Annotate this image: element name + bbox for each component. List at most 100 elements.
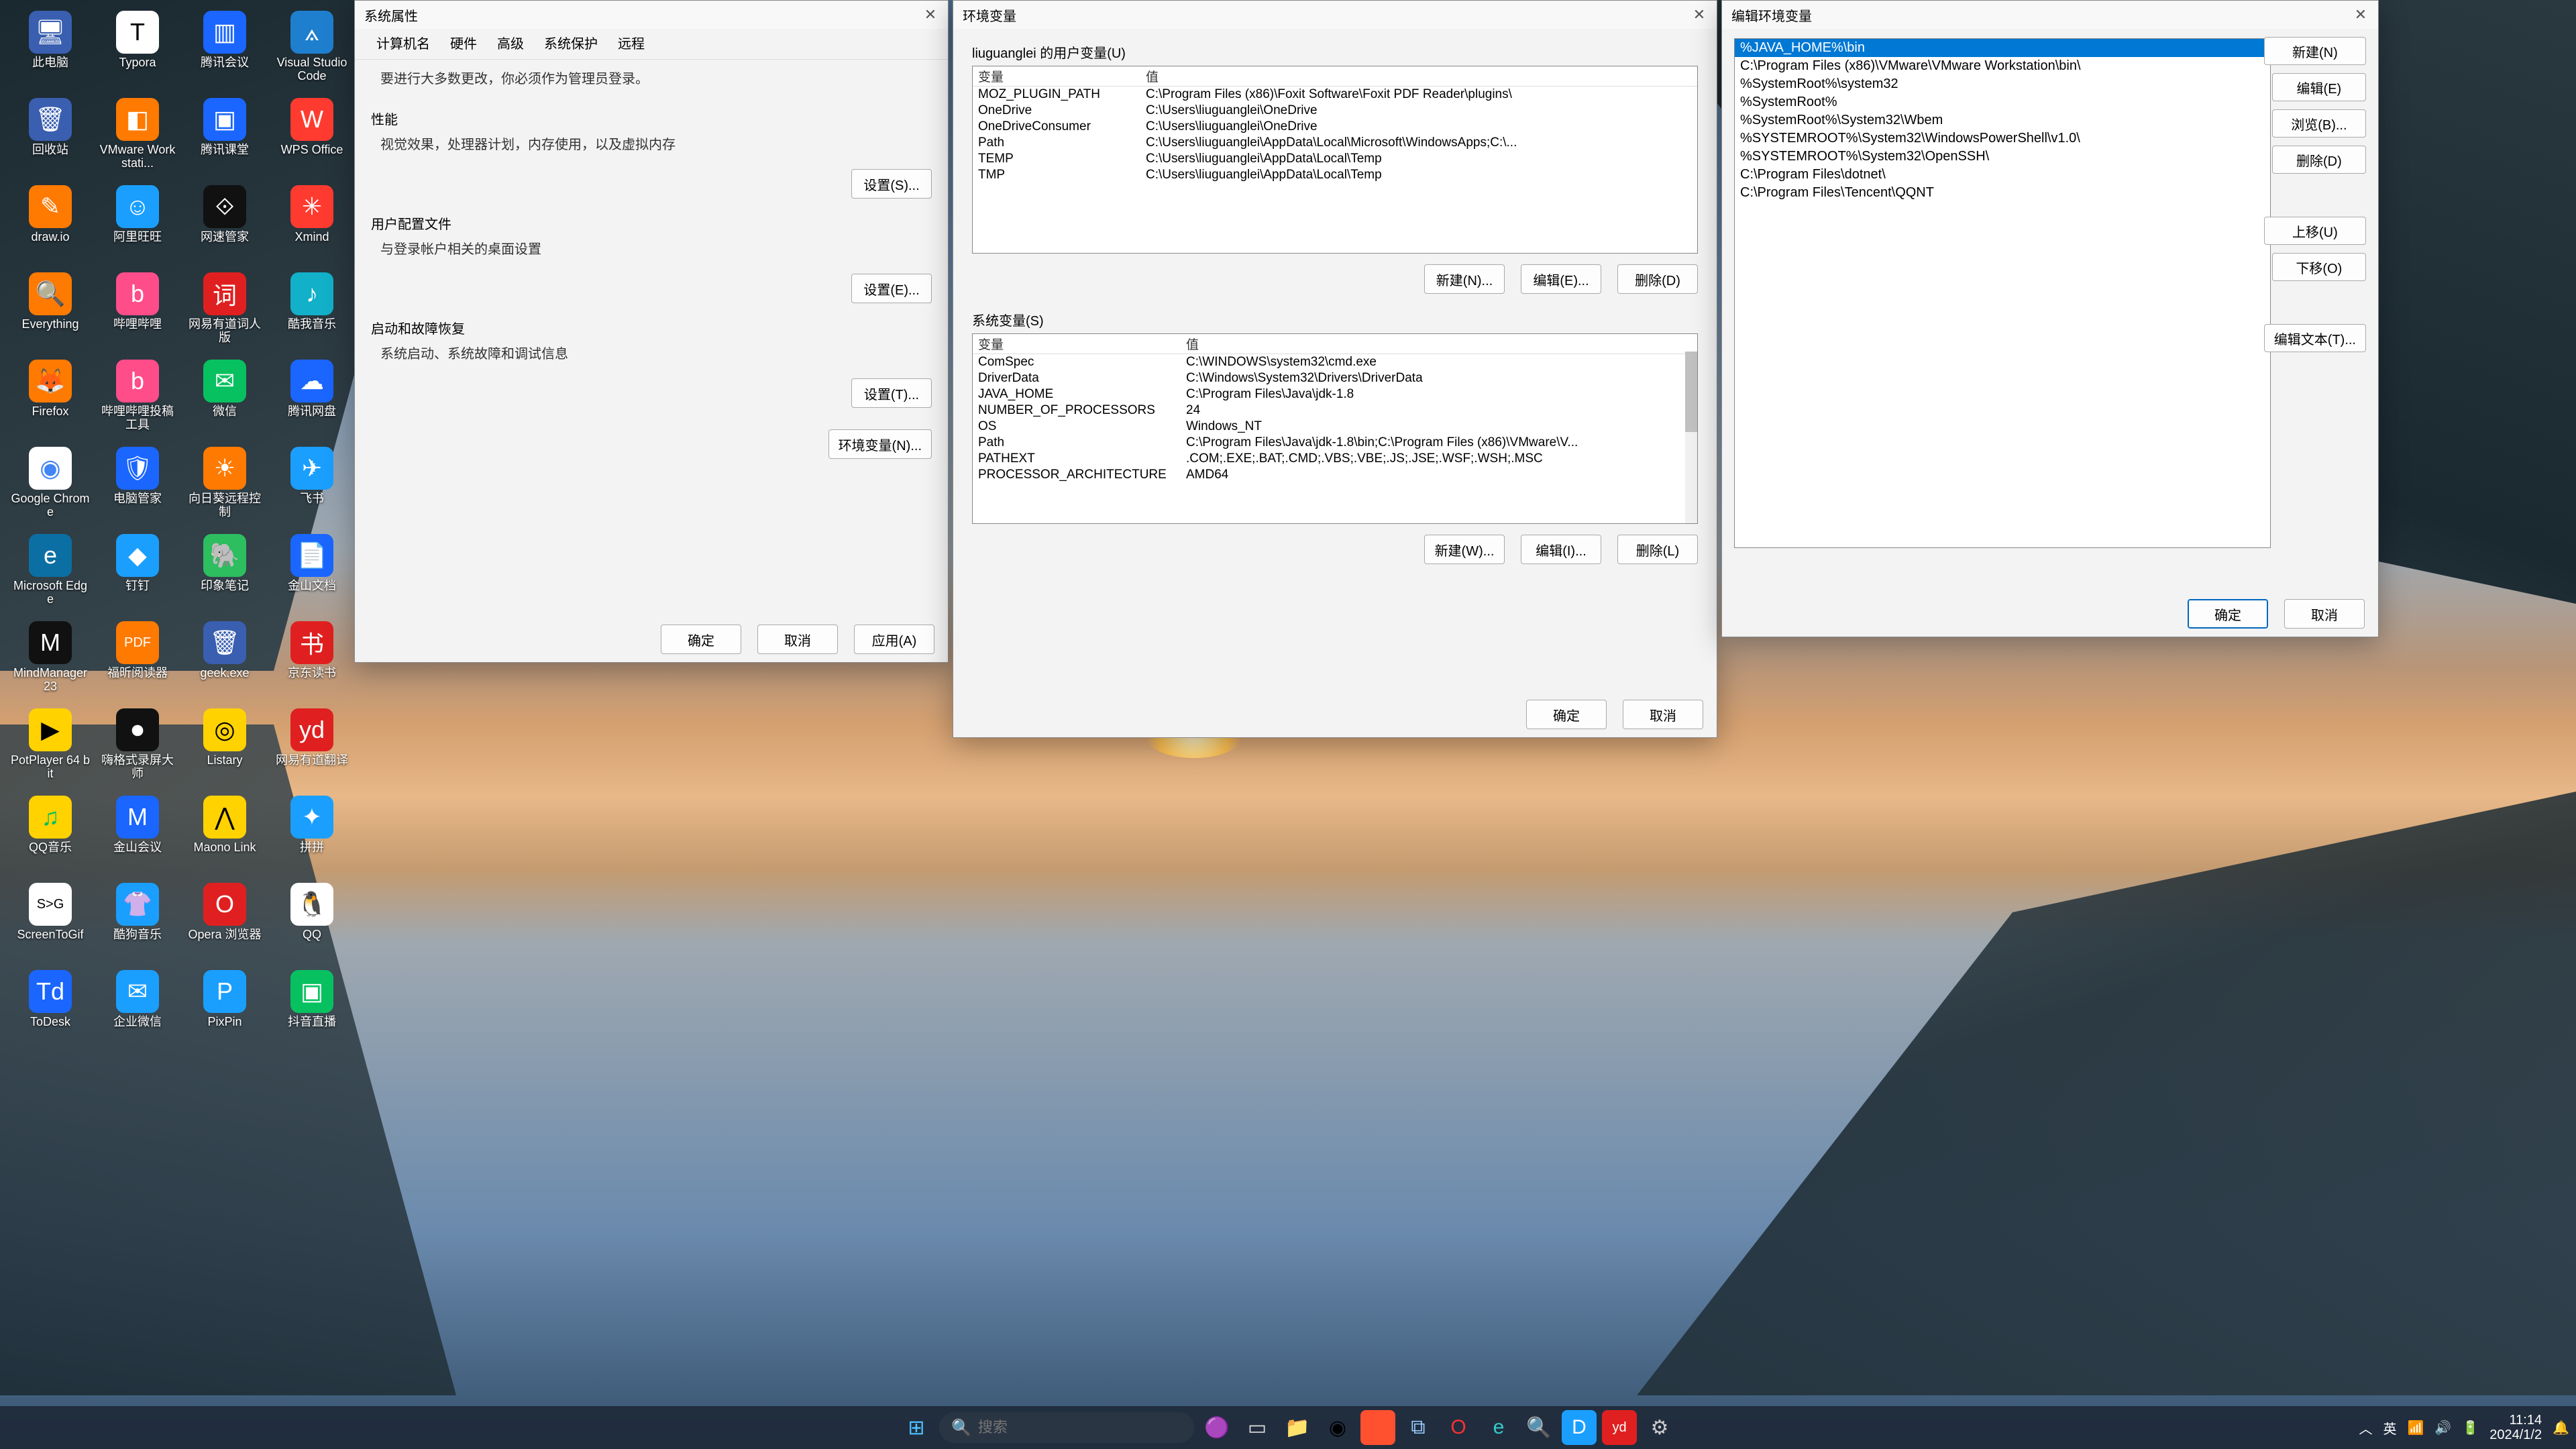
notifications-icon[interactable]: 🔔 [2553, 1419, 2569, 1436]
close-icon[interactable]: ✕ [918, 5, 943, 24]
desktop-icon[interactable]: 🐧QQ [268, 879, 356, 966]
edit-user-var-button[interactable]: 编辑(E)... [1521, 264, 1601, 294]
close-icon[interactable]: ✕ [2349, 5, 2373, 24]
desktop-icon[interactable]: ✎draw.io [7, 181, 94, 268]
edit-sys-var-button[interactable]: 编辑(I)... [1521, 535, 1601, 564]
desktop-icon[interactable]: ⟑Visual Studio Code [268, 7, 356, 94]
cancel-button[interactable]: 取消 [1623, 700, 1703, 729]
table-row[interactable]: PathC:\Program Files\Java\jdk-1.8\bin;C:… [973, 435, 1697, 451]
tab-3[interactable]: 系统保护 [541, 32, 600, 54]
table-row[interactable]: PathC:\Users\liuguanglei\AppData\Local\M… [973, 135, 1697, 151]
list-item[interactable]: %SystemRoot%\system32 [1735, 75, 2270, 93]
list-item[interactable]: C:\Program Files\dotnet\ [1735, 166, 2270, 184]
edit-button[interactable]: 编辑(E) [2272, 73, 2366, 101]
cancel-button[interactable]: 取消 [757, 625, 838, 654]
desktop-icon[interactable]: ✈飞书 [268, 443, 356, 530]
desktop-icon[interactable]: 🐘印象笔记 [181, 530, 268, 617]
desktop-icon[interactable]: M金山会议 [94, 792, 181, 879]
desktop-icon[interactable]: ♫QQ音乐 [7, 792, 94, 879]
ok-button[interactable]: 确定 [2188, 599, 2268, 629]
desktop-icon[interactable]: ▶PotPlayer 64 bit [7, 704, 94, 792]
desktop-icon[interactable]: b哔哩哔哩 [94, 268, 181, 356]
delete-button[interactable]: 删除(D) [2272, 146, 2366, 174]
browse-button[interactable]: 浏览(B)... [2272, 109, 2366, 138]
desktop-icon[interactable]: ☁腾讯网盘 [268, 356, 356, 443]
opera-taskbar-icon[interactable]: O [1441, 1410, 1476, 1445]
desktop-icon[interactable]: 🖥此电脑 [7, 7, 94, 94]
desktop-icon[interactable]: 🗑geek.exe [181, 617, 268, 704]
move-down-button[interactable]: 下移(O) [2272, 253, 2366, 281]
system-vars-list[interactable]: 变量值 ComSpecC:\WINDOWS\system32\cmd.exeDr… [972, 333, 1698, 524]
list-item[interactable]: %SystemRoot% [1735, 93, 2270, 111]
desktop-icon[interactable]: ◎Listary [181, 704, 268, 792]
battery-icon[interactable]: 🔋 [2462, 1419, 2479, 1436]
path-list[interactable]: %JAVA_HOME%\binC:\Program Files (x86)\VM… [1734, 38, 2271, 548]
ime-indicator[interactable]: 英 [2383, 1418, 2397, 1438]
scrollbar-thumb[interactable] [1685, 352, 1697, 432]
desktop-icon[interactable]: ▣腾讯课堂 [181, 94, 268, 181]
startup-recovery-settings-button[interactable]: 设置(T)... [851, 378, 932, 408]
table-row[interactable]: OneDriveConsumerC:\Users\liuguanglei\One… [973, 119, 1697, 135]
task-view-icon[interactable]: ▭ [1240, 1410, 1275, 1445]
user-vars-list[interactable]: 变量值 MOZ_PLUGIN_PATHC:\Program Files (x86… [972, 66, 1698, 254]
file-explorer-icon[interactable]: 📁 [1280, 1410, 1315, 1445]
taskbar-clock[interactable]: 11:14 2024/1/2 [2489, 1413, 2542, 1442]
table-row[interactable]: ComSpecC:\WINDOWS\system32\cmd.exe [973, 354, 1697, 370]
search-input[interactable] [978, 1419, 1182, 1436]
desktop-icon[interactable]: ♪酷我音乐 [268, 268, 356, 356]
desktop-icon[interactable]: 词网易有道词人版 [181, 268, 268, 356]
desktop-icon[interactable]: 👚酷狗音乐 [94, 879, 181, 966]
desktop-icon[interactable]: OOpera 浏览器 [181, 879, 268, 966]
desktop-icon[interactable]: TdToDesk [7, 966, 94, 1053]
desktop-icon[interactable]: ⏺嗨格式录屏大师 [94, 704, 181, 792]
desktop-icon[interactable]: ⋀Maono Link [181, 792, 268, 879]
move-up-button[interactable]: 上移(U) [2264, 217, 2366, 245]
edit-text-button[interactable]: 编辑文本(T)... [2264, 324, 2366, 352]
table-row[interactable]: NUMBER_OF_PROCESSORS24 [973, 402, 1697, 419]
table-row[interactable]: OSWindows_NT [973, 419, 1697, 435]
app-taskbar-icon[interactable]: D [1562, 1410, 1597, 1445]
list-item[interactable]: %SystemRoot%\System32\Wbem [1735, 111, 2270, 129]
desktop-icon[interactable]: PDF福昕阅读器 [94, 617, 181, 704]
desktop-icon[interactable]: 🛡电脑管家 [94, 443, 181, 530]
desktop-icon[interactable]: 书京东读书 [268, 617, 356, 704]
wifi-icon[interactable]: 📶 [2408, 1419, 2424, 1436]
desktop-icon[interactable]: ▥腾讯会议 [181, 7, 268, 94]
performance-settings-button[interactable]: 设置(S)... [851, 169, 932, 199]
apply-button[interactable]: 应用(A) [854, 625, 934, 654]
desktop-icon[interactable]: ◆钉钉 [94, 530, 181, 617]
desktop-icon[interactable]: MMindManager 23 [7, 617, 94, 704]
desktop-icon[interactable]: 🗑回收站 [7, 94, 94, 181]
environment-variables-button[interactable]: 环境变量(N)... [828, 429, 932, 459]
copilot-icon[interactable]: 🟣 [1199, 1410, 1234, 1445]
desktop-icon[interactable]: S>GScreenToGif [7, 879, 94, 966]
edge-taskbar-icon[interactable]: e [1481, 1410, 1516, 1445]
table-row[interactable]: TMPC:\Users\liuguanglei\AppData\Local\Te… [973, 167, 1697, 183]
desktop-icon[interactable]: yd网易有道翻译 [268, 704, 356, 792]
desktop-icon[interactable]: ◧VMware Workstati... [94, 94, 181, 181]
table-row[interactable]: MOZ_PLUGIN_PATHC:\Program Files (x86)\Fo… [973, 87, 1697, 103]
settings-taskbar-icon[interactable]: ⚙ [1642, 1410, 1677, 1445]
new-sys-var-button[interactable]: 新建(W)... [1424, 535, 1505, 564]
desktop-icon[interactable]: PPixPin [181, 966, 268, 1053]
desktop-icon[interactable]: ✉企业微信 [94, 966, 181, 1053]
tab-1[interactable]: 硬件 [447, 32, 480, 54]
tab-2[interactable]: 高级 [494, 32, 527, 54]
taskbar-search[interactable]: 🔍 [939, 1412, 1194, 1443]
desktop-icon[interactable]: WWPS Office [268, 94, 356, 181]
desktop-icon[interactable]: 🔍Everything [7, 268, 94, 356]
desktop-icon[interactable]: ☺阿里旺旺 [94, 181, 181, 268]
volume-icon[interactable]: 🔊 [2434, 1419, 2451, 1436]
ok-button[interactable]: 确定 [661, 625, 741, 654]
tray-expand-icon[interactable]: ︿ [2359, 1418, 2373, 1438]
desktop-icon[interactable]: ✦拼拼 [268, 792, 356, 879]
close-icon[interactable]: ✕ [1687, 5, 1711, 24]
user-profiles-settings-button[interactable]: 设置(E)... [851, 274, 932, 303]
desktop-icon[interactable]: 📄金山文档 [268, 530, 356, 617]
table-row[interactable]: PROCESSOR_ARCHITECTUREAMD64 [973, 467, 1697, 483]
desktop-icon[interactable]: ▣抖音直播 [268, 966, 356, 1053]
youdao-taskbar-icon[interactable]: yd [1602, 1410, 1637, 1445]
delete-user-var-button[interactable]: 删除(D) [1617, 264, 1698, 294]
table-row[interactable]: OneDriveC:\Users\liuguanglei\OneDrive [973, 103, 1697, 119]
new-button[interactable]: 新建(N) [2264, 37, 2366, 65]
